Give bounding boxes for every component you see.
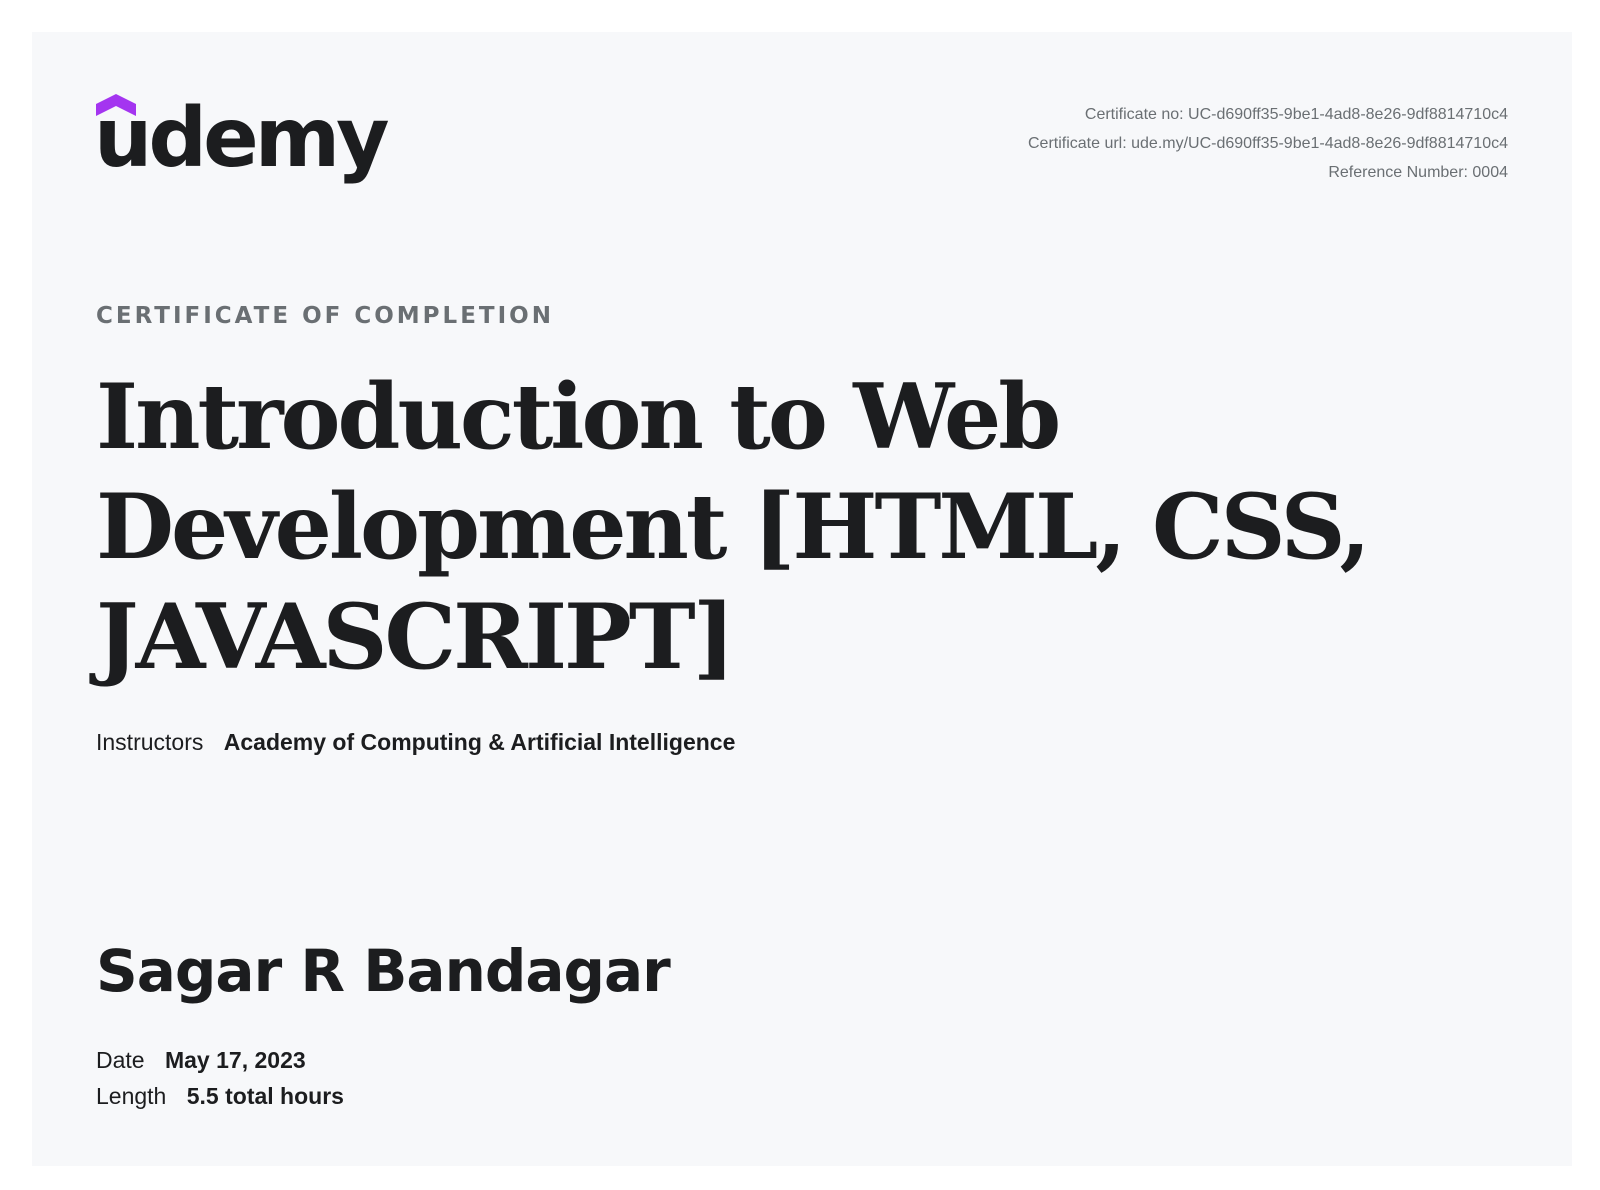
reference-number: Reference Number: 0004 (1328, 164, 1508, 181)
date-row: Date May 17, 2023 (96, 1047, 306, 1074)
date-label: Date (96, 1047, 145, 1073)
recipient-name: Sagar R Bandagar (96, 937, 671, 1005)
certificate-url[interactable]: Certificate url: ude.my/UC-d690ff35-9be1… (1028, 129, 1508, 158)
length-label: Length (96, 1083, 167, 1109)
certificate-eyebrow: CERTIFICATE OF COMPLETION (96, 303, 554, 329)
length-value: 5.5 total hours (186, 1083, 344, 1109)
instructors-value: Academy of Computing & Artificial Intell… (223, 729, 736, 755)
length-row: Length 5.5 total hours (96, 1083, 344, 1110)
instructors-label: Instructors (96, 729, 204, 755)
instructors-row: Instructors Academy of Computing & Artif… (96, 729, 735, 756)
course-title: Introduction to Web Development [HTML, C… (96, 364, 1371, 690)
certificate-card: udemy Certificate no: UC-d690ff35-9be1-4… (32, 32, 1572, 1166)
certificate-number: Certificate no: UC-d690ff35-9be1-4ad8-8e… (1084, 106, 1508, 123)
date-value: May 17, 2023 (164, 1047, 306, 1073)
certificate-meta: Certificate no: UC-d690ff35-9be1-4ad8-8e… (1028, 100, 1508, 187)
udemy-wordmark: udemy (94, 91, 390, 186)
